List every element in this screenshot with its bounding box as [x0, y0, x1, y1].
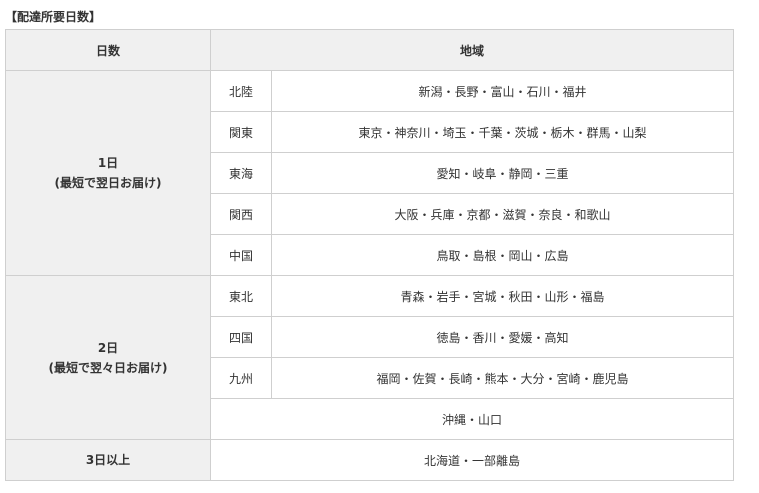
days-label: 3日以上: [85, 453, 131, 467]
days-cell-3days-plus: 3日以上: [5, 439, 211, 481]
prefecture-list: 大阪・兵庫・京都・滋賀・奈良・和歌山: [270, 193, 735, 235]
days-cell-2days: 2日 (最短で翌々日お届け): [5, 275, 211, 440]
region-cell: 関東: [210, 111, 272, 153]
table-row: 2日 (最短で翌々日お届け) 東北 青森・岩手・宮城・秋田・山形・福島: [5, 275, 735, 440]
days-note: (最短で翌々日お届け): [48, 360, 168, 375]
delivery-days-table: 日数 地域 1日 (最短で翌日お届け) 北陸 新潟・長野・富山・石川・福井 関東…: [5, 29, 735, 481]
table-header-row: 日数 地域: [5, 29, 735, 71]
prefecture-list: 愛知・岐阜・静岡・三重: [270, 152, 735, 194]
region-cell: 中国: [210, 234, 272, 276]
days-label: 2日: [97, 340, 119, 355]
prefecture-list-merged: 北海道・一部離島: [209, 439, 735, 481]
days-cell-1day: 1日 (最短で翌日お届け): [5, 70, 211, 276]
prefecture-list: 新潟・長野・富山・石川・福井: [270, 70, 735, 112]
table-row: 3日以上 北海道・一部離島: [5, 439, 735, 481]
section-heading: 【配達所要日数】: [5, 10, 102, 24]
region-cell: 四国: [210, 316, 272, 358]
region-cell: 北陸: [210, 70, 272, 112]
prefecture-list: 青森・岩手・宮城・秋田・山形・福島: [270, 275, 735, 317]
prefecture-list: 福岡・佐賀・長崎・熊本・大分・宮崎・鹿児島: [270, 357, 735, 399]
region-cell: 九州: [210, 357, 272, 399]
region-cell: 東海: [210, 152, 272, 194]
delivery-days-section: 【配達所要日数】 日数 地域 1日 (最短で翌日お届け) 北陸 新潟・長野・富山…: [0, 0, 759, 493]
days-note: (最短で翌日お届け): [54, 176, 162, 190]
prefecture-list-merged: 沖縄・山口: [209, 398, 735, 440]
table-row: 1日 (最短で翌日お届け) 北陸 新潟・長野・富山・石川・福井: [5, 70, 735, 276]
prefecture-list: 鳥取・島根・岡山・広島: [270, 234, 735, 276]
days-label: 1日: [97, 156, 119, 170]
prefecture-list: 徳島・香川・愛媛・高知: [270, 316, 735, 358]
region-cell: 東北: [210, 275, 272, 317]
header-days: 日数: [5, 29, 211, 71]
region-cell: 関西: [210, 193, 272, 235]
prefecture-list: 東京・神奈川・埼玉・千葉・茨城・栃木・群馬・山梨: [270, 111, 735, 153]
header-area: 地域: [209, 29, 735, 71]
